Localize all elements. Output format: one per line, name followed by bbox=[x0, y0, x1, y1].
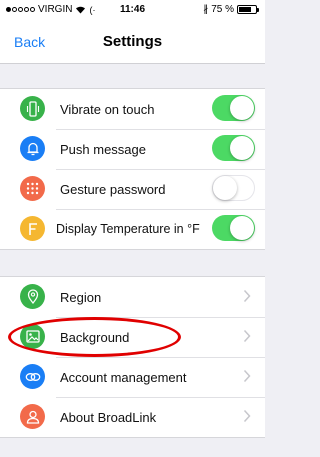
region-label: Region bbox=[60, 289, 102, 305]
settings-row-region[interactable]: Region bbox=[0, 277, 265, 317]
bluetooth-icon: ∦ bbox=[203, 4, 209, 15]
bell-icon bbox=[20, 136, 45, 161]
status-bar: VIRGIN (· 11:46 ∦ 75 % bbox=[0, 0, 265, 20]
location-pin-icon bbox=[20, 284, 45, 309]
chevron-right-icon bbox=[243, 369, 251, 383]
settings-row-gesture: Gesture password bbox=[0, 169, 265, 209]
background-label: Background bbox=[60, 329, 130, 345]
navigation-bar: Back Settings bbox=[0, 20, 265, 64]
vibrate-toggle[interactable] bbox=[212, 95, 255, 121]
phone-vibrate-icon bbox=[20, 96, 45, 121]
push-message-toggle[interactable] bbox=[212, 135, 255, 161]
battery-fill bbox=[239, 7, 251, 12]
image-icon bbox=[20, 324, 45, 349]
chevron-right-icon bbox=[243, 329, 251, 343]
push-message-label: Push message bbox=[60, 141, 146, 157]
status-right: ∦ 75 % bbox=[203, 4, 259, 15]
chevron-right-icon bbox=[243, 289, 251, 303]
settings-row-temperature: Display Temperature in °F bbox=[0, 209, 265, 249]
battery-icon bbox=[237, 5, 259, 14]
vibrate-label: Vibrate on touch bbox=[60, 101, 155, 117]
settings-row-vibrate: Vibrate on touch bbox=[0, 89, 265, 129]
toggle-settings-group: Vibrate on touch Push message Gesture pa… bbox=[0, 88, 265, 250]
settings-row-push: Push message bbox=[0, 129, 265, 169]
chevron-right-icon bbox=[243, 409, 251, 423]
account-management-label: Account management bbox=[60, 369, 187, 385]
settings-row-about[interactable]: About BroadLink bbox=[0, 397, 265, 437]
page-title: Settings bbox=[102, 33, 163, 50]
temperature-unit-label: Display Temperature in °F bbox=[56, 222, 200, 236]
settings-row-background[interactable]: Background bbox=[0, 317, 265, 357]
battery-percentage: 75 % bbox=[211, 4, 234, 15]
fahrenheit-icon bbox=[20, 216, 45, 241]
settings-row-account[interactable]: Account management bbox=[0, 357, 265, 397]
link-icon bbox=[20, 364, 45, 389]
gesture-password-label: Gesture password bbox=[60, 181, 166, 197]
gesture-password-toggle[interactable] bbox=[212, 175, 255, 201]
temperature-unit-toggle[interactable] bbox=[212, 215, 255, 241]
person-icon bbox=[20, 404, 45, 429]
about-broadlink-label: About BroadLink bbox=[60, 409, 157, 425]
keypad-grid-icon bbox=[20, 176, 45, 201]
navigation-settings-group: Region Background Account management Abo… bbox=[0, 276, 265, 438]
